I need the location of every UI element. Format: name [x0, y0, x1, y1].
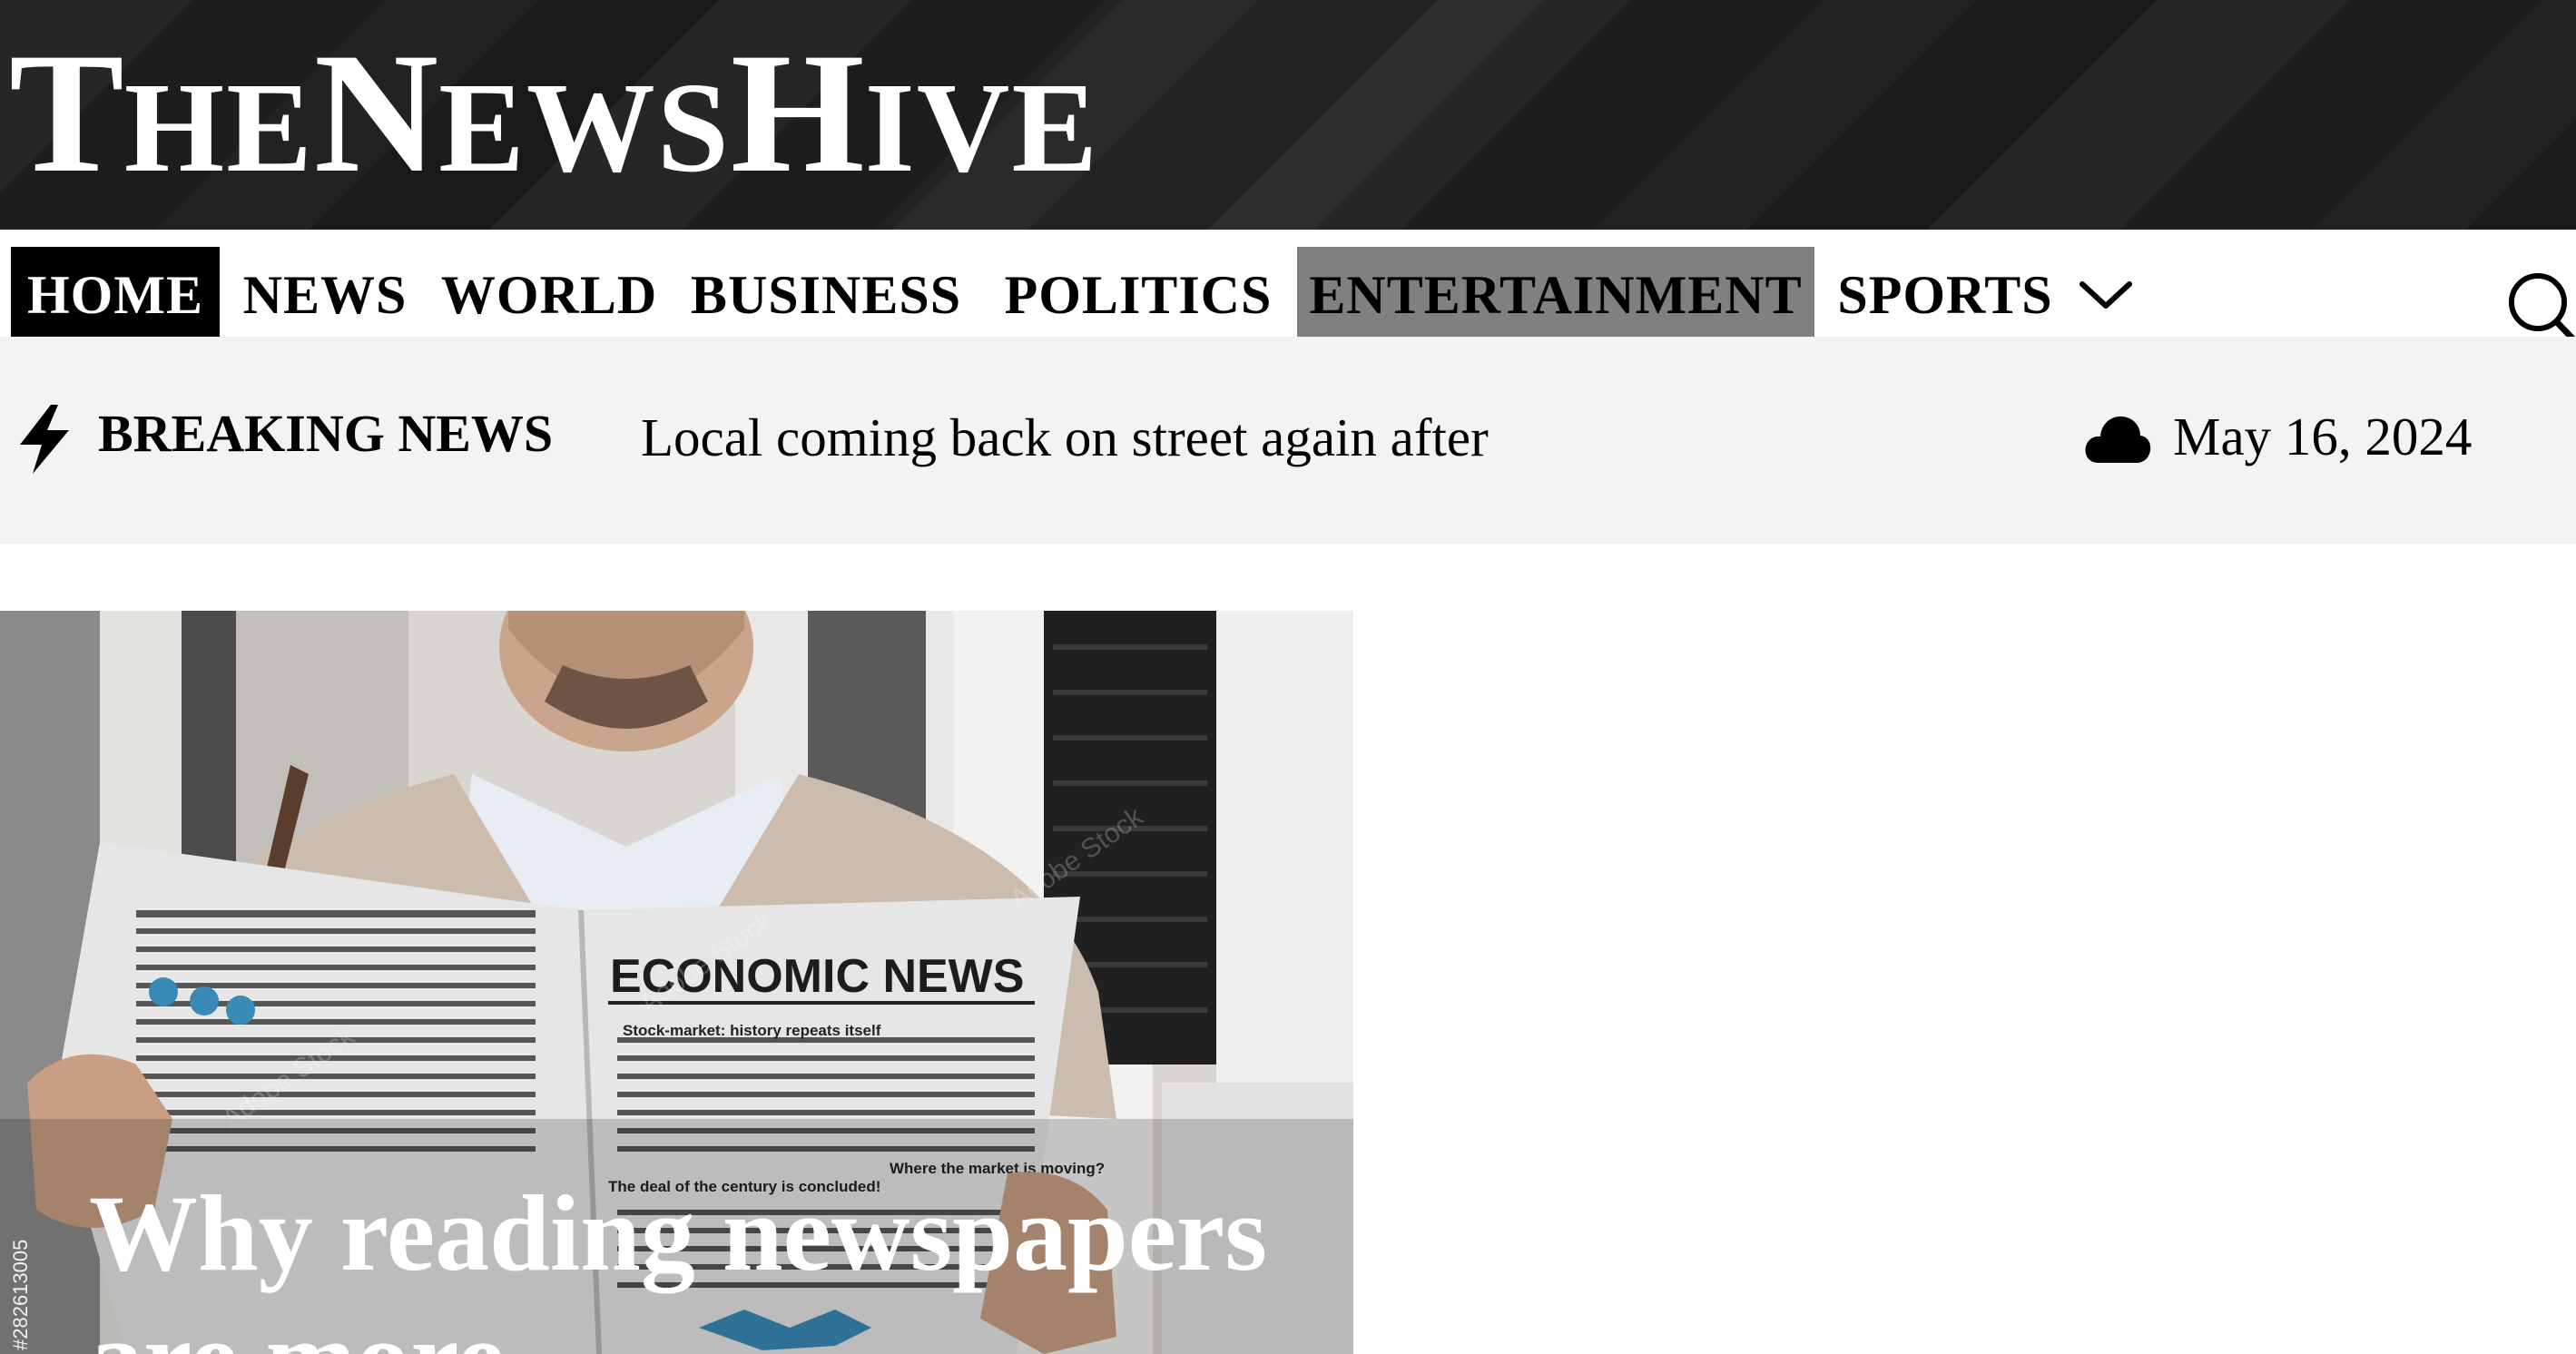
nav-item-entertainment[interactable]: ENTERTAINMENT — [1297, 247, 1814, 343]
logo-letters-ews: EWS — [438, 55, 731, 199]
nav-item-label: HOME — [27, 264, 203, 325]
lightning-bolt-icon — [20, 405, 69, 474]
featured-article-title[interactable]: Why reading newspapers are more — [89, 1171, 1269, 1354]
masthead: THENEWSHIVE — [0, 0, 2576, 230]
nav-item-home[interactable]: HOME — [11, 247, 220, 343]
search-icon — [2509, 273, 2576, 344]
logo-letter-t: T — [9, 18, 124, 209]
nav-item-label: ENTERTAINMENT — [1309, 264, 1803, 325]
site-logo[interactable]: THENEWSHIVE — [9, 27, 1099, 200]
nav-item-label: SPORTS — [1837, 264, 2053, 325]
logo-letters-ive: IVE — [864, 55, 1100, 199]
nav-item-sports[interactable]: SPORTS — [1826, 247, 2144, 343]
nav-item-politics[interactable]: POLITICS — [989, 247, 1287, 343]
image-stock-id: #282613005 — [9, 1239, 32, 1350]
logo-letter-h: H — [730, 18, 865, 209]
main-navigation: HOME NEWS WORLD BUSINESS POLITICS ENTERT… — [0, 230, 2576, 344]
current-date: May 16, 2024 — [2173, 407, 2473, 466]
breaking-news-bar: BREAKING NEWS Local coming back on stree… — [0, 337, 2576, 544]
nav-item-label: NEWS — [242, 264, 408, 325]
nav-item-label: BUSINESS — [690, 264, 962, 325]
search-button[interactable] — [2505, 266, 2576, 348]
logo-letter-n: N — [313, 18, 439, 209]
nav-item-world[interactable]: WORLD — [428, 247, 670, 343]
nav-item-label: WORLD — [440, 264, 658, 325]
nav-item-label: POLITICS — [1004, 264, 1273, 325]
breaking-news-headline[interactable]: Local coming back on street again after — [641, 407, 1489, 469]
breaking-news-label: BREAKING NEWS — [98, 404, 554, 463]
cloud-icon — [2085, 416, 2151, 463]
nav-item-business[interactable]: BUSINESS — [677, 247, 975, 343]
chevron-down-icon[interactable] — [2079, 279, 2133, 311]
nav-item-news[interactable]: NEWS — [227, 247, 423, 343]
logo-letters-he: HE — [123, 55, 314, 199]
newspaper-sub1: Stock-market: history repeats itself — [623, 1022, 881, 1039]
